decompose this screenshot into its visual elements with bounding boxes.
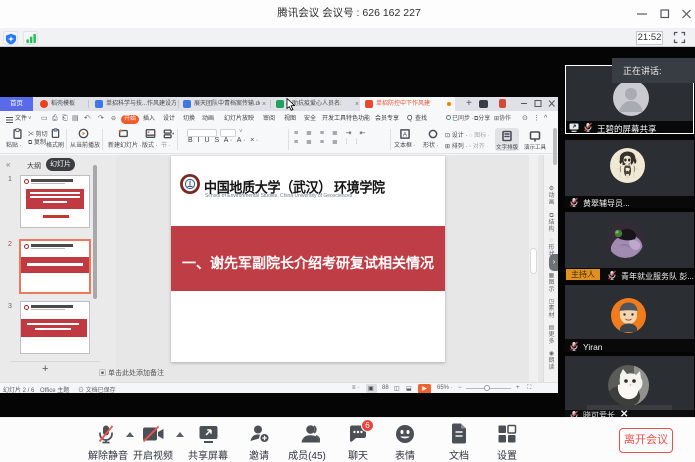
svg-text:A: A (403, 131, 408, 138)
